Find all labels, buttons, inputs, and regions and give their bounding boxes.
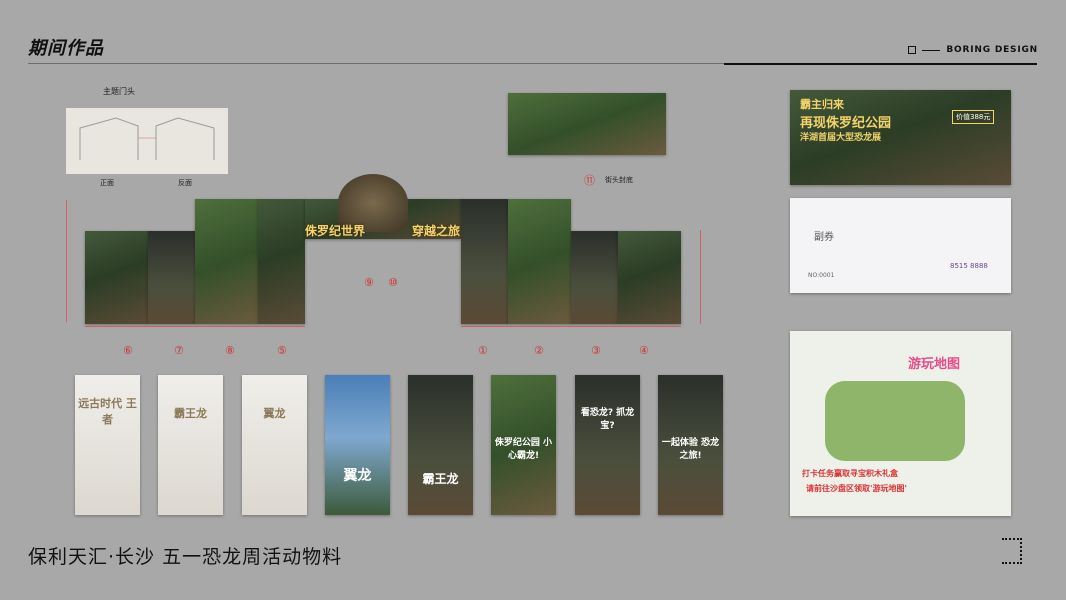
ad-line-2: 再现侏罗纪公园	[800, 116, 892, 131]
page-title: 期间作品	[28, 38, 104, 59]
ticket-phone: 8515 8888	[950, 262, 988, 270]
panel-number-2: ②	[534, 344, 544, 357]
poster-4-title: 翼龙	[343, 468, 372, 484]
width-dimension-left	[85, 326, 305, 327]
poster-4: 翼龙	[325, 375, 390, 515]
ad-banner: 霸主归来 再现侏罗纪公园 洋湖首届大型恐龙展 价值388元	[790, 90, 1011, 185]
map-caption-2: 请前往沙盘区领取'游玩地图'	[806, 484, 907, 493]
sketch-label: 主题门头	[103, 87, 135, 96]
sketch-front-label: 正面	[100, 179, 114, 187]
poster-3: 翼龙	[242, 375, 307, 515]
ticket-card: 副券 8515 8888 NO:0001	[790, 198, 1011, 293]
arch-number-10: ⑩	[388, 276, 398, 289]
banner-label: 街头封底	[605, 176, 633, 184]
arch-number-9: ⑨	[364, 276, 374, 289]
map-title: 游玩地图	[908, 357, 961, 372]
corner-dots-icon	[1002, 538, 1022, 564]
poster-2-title: 霸王龙	[174, 407, 207, 420]
poster-1: 远古时代 王者	[75, 375, 140, 515]
panel-number-8: ⑧	[225, 344, 235, 357]
poster-6: 侏罗纪公园 小心霸龙!	[491, 375, 556, 515]
arch-slogan-right: 穿越之旅	[412, 224, 461, 238]
map-caption-1: 打卡任务赢取寻宝积木礼盒	[802, 469, 898, 478]
map-park-area	[825, 381, 965, 461]
panel-1	[461, 199, 508, 324]
panel-number-7: ⑦	[174, 344, 184, 357]
brand-name: BORING DESIGN	[946, 45, 1038, 55]
panel-number-4: ④	[639, 344, 649, 357]
height-dimension-left	[66, 200, 67, 322]
gate-sketch-icon	[79, 117, 215, 160]
poster-8: 一起体验 恐龙之旅!	[658, 375, 723, 515]
line-icon	[922, 49, 941, 51]
header-accent-divider	[724, 63, 1037, 65]
panel-number-6: ⑥	[123, 344, 133, 357]
poster-5-title: 霸王龙	[422, 472, 459, 486]
panel-5	[258, 199, 305, 324]
height-dimension-right	[700, 230, 701, 324]
footer-caption: 保利天汇·长沙 五一恐龙周活动物料	[28, 546, 343, 568]
poster-6-title: 侏罗纪公园 小心霸龙!	[494, 438, 553, 461]
ticket-no: NO:0001	[808, 272, 835, 279]
banner-number: ⑪	[584, 174, 595, 187]
ad-line-1: 霸主归来	[800, 98, 844, 111]
ticket-label: 副券	[814, 232, 834, 243]
arch-slogan-left: 侏罗纪世界	[305, 224, 366, 238]
header-divider	[28, 63, 728, 64]
sketch-back-label: 反面	[178, 179, 192, 187]
brand-mark: BORING DESIGN	[908, 45, 1038, 55]
poster-8-title: 一起体验 恐龙之旅!	[661, 438, 720, 461]
panel-2	[508, 199, 571, 324]
panel-7	[148, 231, 195, 324]
ad-price: 价值388元	[952, 110, 995, 124]
panel-number-1: ①	[478, 344, 488, 357]
panel-number-3: ③	[591, 344, 601, 357]
poster-7-title: 看恐龙? 抓龙宝?	[580, 408, 635, 431]
ad-line-3: 洋湖首届大型恐龙展	[800, 133, 882, 143]
poster-3-title: 翼龙	[263, 407, 286, 420]
panel-4	[618, 231, 681, 324]
poster-5: 霸王龙	[408, 375, 473, 515]
panel-6	[85, 231, 148, 324]
poster-7: 看恐龙? 抓龙宝?	[575, 375, 640, 515]
poster-2: 霸王龙	[158, 375, 223, 515]
panel-8	[195, 199, 258, 324]
street-banner-image	[508, 93, 666, 155]
panel-3	[571, 231, 618, 324]
play-map-card: 游玩地图 打卡任务赢取寻宝积木礼盒 请前往沙盘区领取'游玩地图'	[790, 331, 1011, 516]
width-dimension-right	[461, 326, 681, 327]
poster-1-title: 远古时代 王者	[78, 397, 137, 426]
panel-number-5: ⑤	[277, 344, 287, 357]
square-icon	[908, 46, 917, 54]
sketch-drawing	[66, 108, 228, 174]
